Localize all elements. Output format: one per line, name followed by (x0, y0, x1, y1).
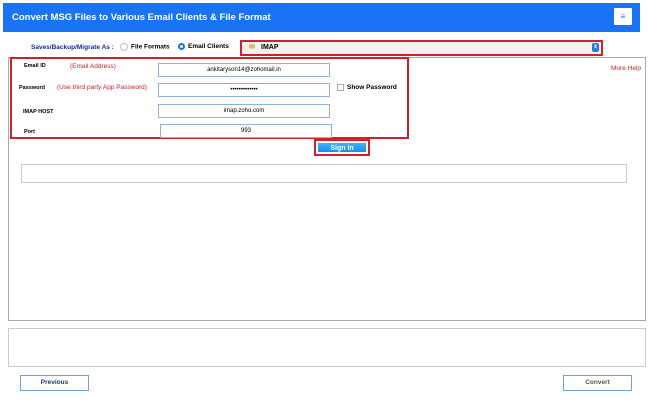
email-hint: (Email Address) (70, 63, 116, 70)
host-label: IMAP HOST (23, 109, 54, 115)
status-field (21, 164, 627, 183)
app-title: Convert MSG Files to Various Email Clien… (12, 12, 271, 23)
port-input[interactable]: 993 (160, 124, 332, 138)
imap-envelope-icon: ✉ (249, 44, 255, 51)
radio-file-formats[interactable]: File Formats (120, 43, 170, 51)
more-help-link[interactable]: More Help (611, 65, 641, 72)
password-hint: (Use third party App Password) (57, 84, 147, 91)
log-panel (8, 328, 646, 367)
email-label: Email ID (24, 63, 46, 69)
hamburger-icon[interactable]: ≡ (614, 8, 632, 25)
saveas-label: Saves/Backup/Migrate As : (31, 44, 114, 51)
previous-button[interactable]: Previous (20, 375, 89, 391)
email-client-select[interactable]: ✉ IMAP ⇕ (240, 40, 603, 56)
port-label: Port (24, 129, 35, 135)
sign-in-button[interactable]: Sign In (314, 139, 370, 156)
radio-selected-icon[interactable] (178, 43, 185, 50)
password-label: Password (19, 85, 45, 91)
email-input[interactable]: ankitaryson14@zohomail.in (158, 63, 330, 77)
host-input[interactable]: imap.zoho.com (158, 104, 330, 118)
sign-in-label: Sign In (318, 143, 366, 152)
checkbox-icon[interactable] (337, 84, 344, 91)
convert-button[interactable]: Convert (563, 375, 632, 391)
chevron-updown-icon[interactable]: ⇕ (592, 43, 599, 52)
radio-icon[interactable] (120, 43, 128, 51)
password-input[interactable]: ••••••••••••• (158, 83, 330, 97)
show-password-label: Show Password (347, 84, 397, 92)
header-bar: Convert MSG Files to Various Email Clien… (3, 3, 640, 32)
radio-label: Email Clients (188, 43, 229, 51)
select-value: IMAP (261, 44, 279, 51)
show-password-checkbox[interactable]: Show Password (337, 84, 397, 91)
radio-label: File Formats (131, 43, 170, 51)
imap-login-form: Email ID (Email Address) ankitaryson14@z… (10, 57, 409, 139)
radio-email-clients[interactable]: Email Clients (178, 43, 229, 50)
